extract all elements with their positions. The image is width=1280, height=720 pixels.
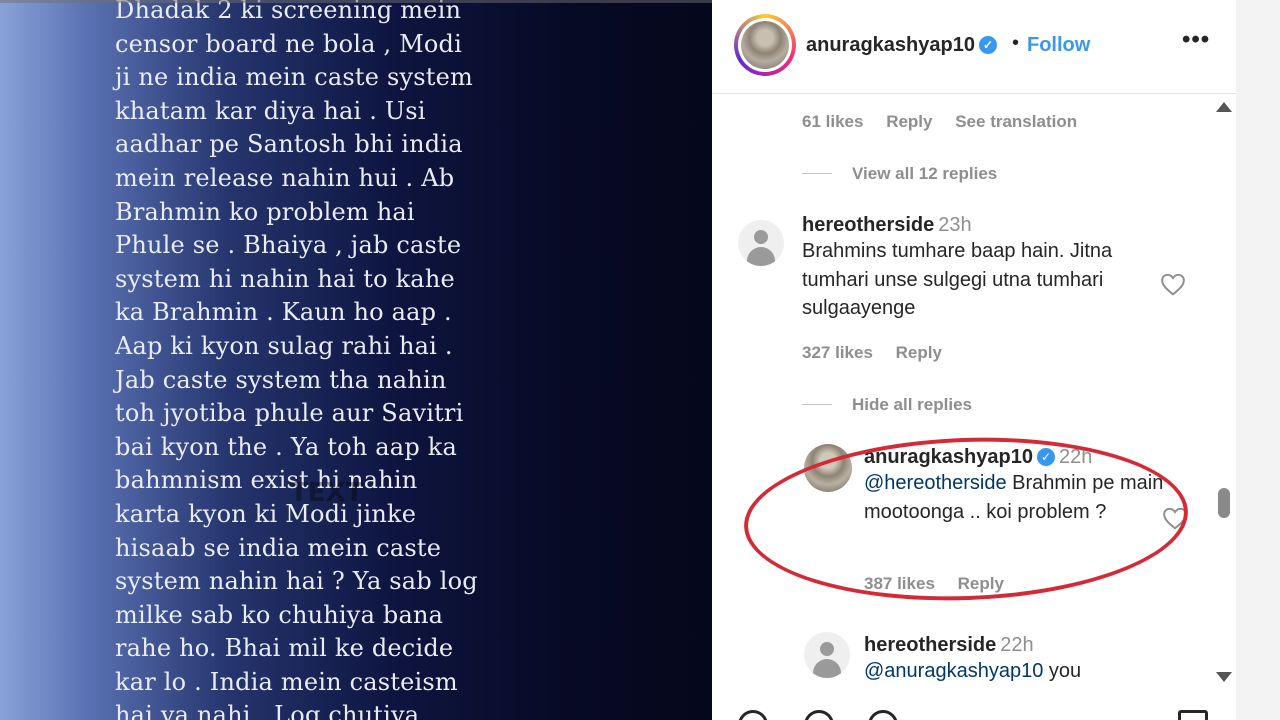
hide-replies-button[interactable]: Hide all replies bbox=[802, 395, 972, 415]
comment-username[interactable]: hereotherside bbox=[802, 214, 934, 236]
mention-link[interactable]: @anuragkashyap10 bbox=[864, 660, 1043, 682]
follow-button[interactable]: Follow bbox=[1027, 34, 1090, 57]
save-icon[interactable] bbox=[1178, 710, 1208, 720]
reply-button[interactable]: Reply bbox=[886, 112, 932, 131]
separator-dot: • bbox=[1012, 32, 1020, 54]
verified-badge-icon: ✓ bbox=[978, 36, 997, 54]
profile-avatar[interactable] bbox=[734, 14, 796, 76]
heart-icon[interactable] bbox=[1160, 272, 1186, 301]
view-replies-button[interactable]: View all 12 replies bbox=[802, 164, 997, 184]
scrollbar-thumb[interactable] bbox=[1218, 488, 1230, 518]
story-panel: Dhadak 2 ki screening mein censor board … bbox=[0, 0, 712, 720]
reply-username[interactable]: hereotherside bbox=[864, 634, 996, 656]
comment-time: 23h bbox=[938, 214, 972, 236]
scroll-down-icon[interactable] bbox=[1216, 672, 1232, 682]
action-bar bbox=[712, 706, 1236, 720]
instagram-post-panel: anuragkashyap10 ✓ • Follow ••• 61 likes R… bbox=[712, 0, 1236, 720]
replies-line bbox=[802, 404, 832, 405]
share-icon[interactable] bbox=[868, 710, 898, 720]
post-username[interactable]: anuragkashyap10 ✓ bbox=[806, 34, 997, 57]
see-translation-button[interactable]: See translation bbox=[955, 112, 1077, 131]
prev-comment-meta: 61 likes Reply See translation bbox=[802, 112, 1095, 132]
reply-text: @anuragkashyap10 you bbox=[864, 660, 1082, 682]
likes-count[interactable]: 61 likes bbox=[802, 112, 863, 131]
watermark: TEXT bbox=[290, 478, 364, 508]
avatar[interactable] bbox=[804, 632, 850, 678]
more-options-icon[interactable]: ••• bbox=[1182, 26, 1210, 54]
comment-meta: 327 likes Reply bbox=[802, 343, 960, 363]
reply-time: 22h bbox=[1000, 634, 1034, 656]
likes-count[interactable]: 327 likes bbox=[802, 343, 873, 362]
reply-button[interactable]: Reply bbox=[896, 343, 942, 362]
story-text: Dhadak 2 ki screening mein censor board … bbox=[115, 0, 478, 720]
comment-icon[interactable] bbox=[804, 710, 834, 720]
post-header: anuragkashyap10 ✓ • Follow ••• bbox=[712, 0, 1236, 94]
replies-line bbox=[802, 173, 832, 174]
scroll-gutter bbox=[1236, 0, 1280, 720]
avatar[interactable] bbox=[738, 220, 784, 266]
like-icon[interactable] bbox=[738, 710, 768, 720]
scroll-up-icon[interactable] bbox=[1216, 102, 1232, 112]
comment-text: Brahmins tumhare baap hain. Jitna tumhar… bbox=[802, 240, 1113, 319]
